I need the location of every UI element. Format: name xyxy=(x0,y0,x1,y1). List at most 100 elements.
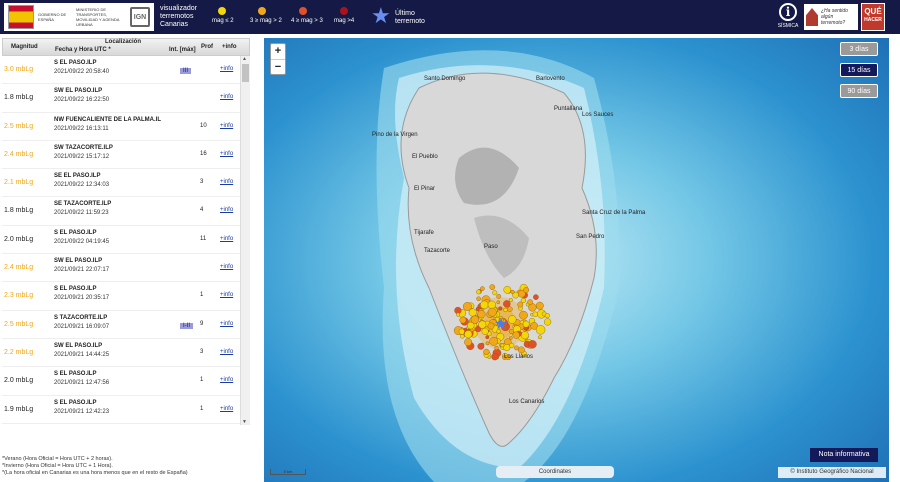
earthquake-list[interactable]: 3.0 mbLg S EL PASO.ILP 2021/09/22 20:58:40… xyxy=(2,56,250,425)
zoom-in-button[interactable]: + xyxy=(271,44,285,59)
days-90-button[interactable]: 90 días xyxy=(840,84,878,98)
earthquake-marker[interactable] xyxy=(489,284,496,290)
earthquake-marker[interactable] xyxy=(510,289,515,294)
more-info-link[interactable]: +info xyxy=(220,123,233,129)
table-row[interactable]: 2.0 mbLg S EL PASO.ILP 2021/09/21 12:47:56… xyxy=(2,367,250,396)
table-row[interactable]: 3.0 mbLg S EL PASO.ILP 2021/09/22 20:58:40… xyxy=(2,56,250,85)
earthquake-marker[interactable] xyxy=(527,299,533,305)
scroll-down-icon[interactable]: ▼ xyxy=(242,419,247,425)
more-info-link[interactable]: +info xyxy=(220,179,233,185)
earthquake-marker[interactable] xyxy=(528,340,537,349)
table-row[interactable]: 2.0 mbLg S EL PASO.ILP 2021/09/22 04:19:45… xyxy=(2,226,250,255)
earthquake-marker[interactable] xyxy=(468,308,477,317)
more-info-link[interactable]: +info xyxy=(220,349,233,355)
col-magnitud[interactable]: Magnitud xyxy=(11,44,38,50)
nota-informativa-button[interactable]: Nota informativa xyxy=(810,448,878,462)
earthquake-marker[interactable] xyxy=(487,355,492,359)
earthquake-marker[interactable] xyxy=(503,285,512,294)
earthquake-marker[interactable] xyxy=(480,300,489,310)
table-row[interactable]: 1.8 mbLg SW EL PASO.ILP 2021/09/22 16:22:5… xyxy=(2,84,250,113)
table-row[interactable]: 1.8 mbLg SE TAZACORTE.ILP 2021/09/22 11:59… xyxy=(2,197,250,226)
more-info-link[interactable]: +info xyxy=(220,264,233,270)
more-info-link[interactable]: +info xyxy=(220,94,233,100)
earthquake-marker[interactable] xyxy=(517,346,525,354)
earthquake-marker[interactable] xyxy=(512,331,520,339)
earthquake-marker[interactable] xyxy=(489,336,499,346)
table-row[interactable]: 2.5 mbLg NW FUENCALIENTE DE LA PALMA.IL 20… xyxy=(2,113,250,141)
earthquake-marker[interactable] xyxy=(503,307,508,313)
scroll-up-icon[interactable]: ▲ xyxy=(242,56,247,62)
earthquake-marker[interactable] xyxy=(544,318,552,326)
earthquake-marker[interactable] xyxy=(523,287,529,293)
zoom-out-button[interactable]: − xyxy=(271,59,285,74)
more-info-link[interactable]: +info xyxy=(220,236,233,242)
days-3-button[interactable]: 3 días xyxy=(840,42,878,56)
earthquake-marker[interactable] xyxy=(544,313,550,319)
more-info-link[interactable]: +info xyxy=(220,66,233,72)
coordinates-button[interactable]: Coordinates xyxy=(496,466,614,478)
earthquake-marker[interactable] xyxy=(537,335,542,340)
earthquake-marker[interactable] xyxy=(477,342,485,350)
more-info-link[interactable]: +info xyxy=(220,292,233,298)
earthquake-marker[interactable] xyxy=(520,331,529,340)
earthquake-marker[interactable] xyxy=(496,293,502,299)
earthquake-marker[interactable] xyxy=(522,320,530,328)
earthquake-marker[interactable] xyxy=(481,327,489,335)
earthquake-marker[interactable] xyxy=(460,334,465,339)
earthquake-marker[interactable] xyxy=(507,315,517,324)
sismica-info-button[interactable]: i SÍSMICA xyxy=(775,3,801,31)
earthquake-marker[interactable] xyxy=(458,328,465,335)
earthquake-marker[interactable] xyxy=(535,301,544,310)
earthquake-marker[interactable] xyxy=(476,296,481,302)
earthquake-marker[interactable] xyxy=(478,320,487,329)
map-canvas[interactable]: ★ Santo Domingo Barlovento PuntallanaLos S… xyxy=(264,38,889,482)
earthquake-marker[interactable] xyxy=(492,290,498,296)
earthquake-marker[interactable] xyxy=(485,341,490,346)
more-info-link[interactable]: +info xyxy=(220,321,233,327)
earthquake-marker[interactable] xyxy=(491,353,499,361)
earthquake-marker[interactable] xyxy=(498,306,503,311)
earthquake-marker[interactable] xyxy=(456,312,461,317)
zoom-control[interactable]: + − xyxy=(270,43,286,75)
earthquake-marker[interactable] xyxy=(470,315,480,324)
earthquake-marker[interactable] xyxy=(487,300,496,309)
earthquake-marker[interactable] xyxy=(503,344,511,352)
earthquake-marker[interactable] xyxy=(464,330,473,339)
earthquake-marker[interactable] xyxy=(503,300,511,308)
list-scrollbar[interactable]: ▲ ▼ xyxy=(240,56,250,425)
felt-earthquake-button[interactable]: ¿Ha sentido algún terremoto? xyxy=(804,4,858,30)
table-row[interactable]: 2.4 mbLg SW TAZACORTE.ILP 2021/09/22 15:17… xyxy=(2,141,250,170)
earthquake-marker[interactable] xyxy=(500,343,505,348)
table-row[interactable]: 2.4 mbLg SW EL PASO.ILP 2021/09/21 22:07:1… xyxy=(2,254,250,283)
earthquake-marker[interactable] xyxy=(494,345,499,351)
days-15-button[interactable]: 15 días xyxy=(840,63,878,77)
table-row[interactable]: 2.1 mbLg SE EL PASO.ILP 2021/09/22 12:34:0… xyxy=(2,169,250,198)
earthquake-marker[interactable] xyxy=(519,310,528,320)
earthquake-marker[interactable] xyxy=(483,348,490,356)
earthquake-marker[interactable] xyxy=(535,325,546,335)
earthquake-marker[interactable] xyxy=(459,316,467,324)
more-info-link[interactable]: +info xyxy=(220,151,233,157)
earthquake-marker[interactable] xyxy=(533,294,539,300)
table-row[interactable]: 2.2 mbLg SW EL PASO.ILP 2021/09/21 14:44:2… xyxy=(2,339,250,368)
more-info-link[interactable]: +info xyxy=(220,406,233,412)
col-fecha[interactable]: Fecha y Hora UTC * xyxy=(55,47,111,53)
earthquake-marker[interactable] xyxy=(496,300,501,305)
col-int[interactable]: Int. [máx] xyxy=(169,47,196,53)
more-info-link[interactable]: +info xyxy=(220,207,233,213)
table-row[interactable]: 1.9 mbLg S EL PASO.ILP 2021/09/21 12:42:23… xyxy=(2,396,250,424)
earthquake-marker[interactable] xyxy=(508,298,513,303)
col-localizacion[interactable]: Localización xyxy=(105,39,141,45)
earthquake-marker[interactable] xyxy=(508,336,513,340)
earthquake-marker[interactable] xyxy=(464,338,473,346)
earthquake-marker[interactable] xyxy=(480,286,485,291)
table-row[interactable]: 2.1 mbLgS EL PASO.ILP2021/09/21 12:35:52… xyxy=(2,424,250,425)
earthquake-marker[interactable] xyxy=(520,297,527,304)
table-row[interactable]: 2.5 mbLg S TAZACORTE.ILP 2021/09/21 16:09:… xyxy=(2,311,250,339)
earthquake-marker[interactable] xyxy=(507,306,513,312)
more-info-link[interactable]: +info xyxy=(220,377,233,383)
earthquake-marker[interactable] xyxy=(477,310,486,319)
col-prof[interactable]: Prof xyxy=(201,44,213,50)
que-hacer-button[interactable]: QUÉ HACER xyxy=(861,3,885,31)
earthquake-marker[interactable] xyxy=(476,289,482,295)
